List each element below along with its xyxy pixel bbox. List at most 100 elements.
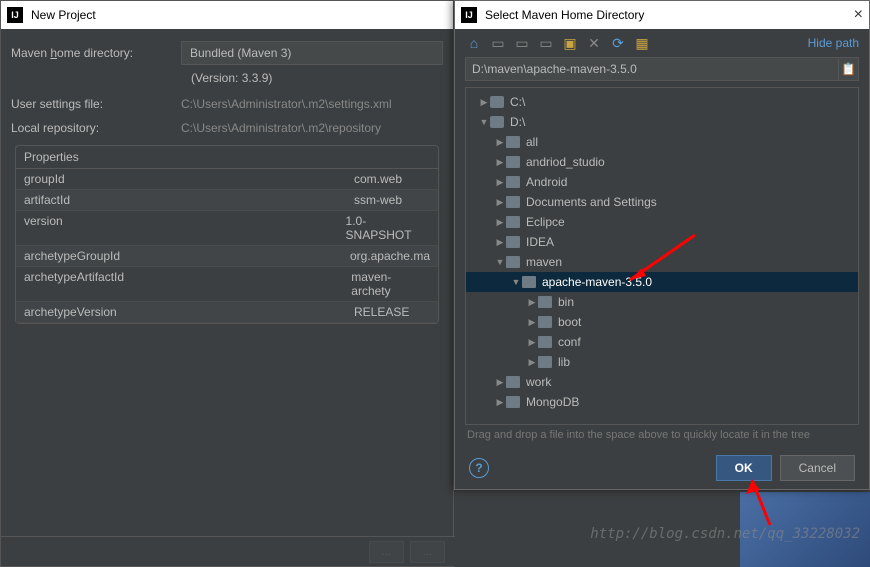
folder-icon (506, 196, 520, 208)
property-value: 1.0-SNAPSHOT (346, 214, 430, 242)
tree-node[interactable]: ▶ MongoDB (466, 392, 858, 412)
folder-icon (506, 256, 520, 268)
tree-node[interactable]: ▶ andriod_studio (466, 152, 858, 172)
previous-button[interactable]: ... (369, 541, 404, 563)
folder-icon (538, 336, 552, 348)
expand-arrow-icon[interactable]: ▼ (510, 277, 522, 287)
ok-button[interactable]: OK (716, 455, 772, 481)
tree-node-label: MongoDB (526, 395, 579, 409)
property-row[interactable]: artifactIdssm-web (16, 190, 438, 211)
folder-icon (522, 276, 536, 288)
expand-arrow-icon[interactable]: ▶ (494, 377, 506, 388)
show-hidden-icon[interactable]: ▦ (633, 35, 651, 51)
dialog-toolbar: ⌂ ▭ ▭ ▭ ▣ ✕ ⟳ ▦ Hide path (455, 29, 869, 57)
folder-icon (490, 116, 504, 128)
watermark-text: http://blog.csdn.net/qq_33228032 (590, 526, 860, 542)
folder-icon (506, 176, 520, 188)
folder-icon (506, 396, 520, 408)
expand-arrow-icon[interactable]: ▶ (494, 197, 506, 208)
property-value: com.web (354, 172, 402, 186)
tree-node-label: bin (558, 295, 574, 309)
folder-icon (506, 216, 520, 228)
tree-node[interactable]: ▶ conf (466, 332, 858, 352)
property-value: org.apache.ma (350, 249, 430, 263)
tree-node[interactable]: ▶Eclipce (466, 212, 858, 232)
tree-node[interactable]: ▶boot (466, 312, 858, 332)
expand-arrow-icon[interactable]: ▶ (526, 357, 538, 368)
module-icon[interactable]: ▭ (537, 35, 555, 51)
tree-node-label: Android (526, 175, 567, 189)
property-value: maven-archety (351, 270, 430, 298)
delete-icon[interactable]: ✕ (585, 35, 603, 51)
dialog-button-row: ? OK Cancel (455, 445, 869, 491)
tree-node[interactable]: ▶ Android (466, 172, 858, 192)
property-row[interactable]: groupIdcom.web (16, 169, 438, 190)
local-repo-row: Local repository: C:\Users\Administrator… (11, 121, 443, 135)
help-icon[interactable]: ? (469, 458, 489, 478)
project-icon[interactable]: ▭ (513, 35, 531, 51)
new-folder-icon[interactable]: ▣ (561, 35, 579, 51)
path-input[interactable] (465, 57, 839, 81)
expand-arrow-icon[interactable]: ▶ (478, 97, 490, 108)
property-row[interactable]: archetypeArtifactIdmaven-archety (16, 267, 438, 302)
folder-icon (538, 296, 552, 308)
property-row[interactable]: version1.0-SNAPSHOT (16, 211, 438, 246)
tree-node[interactable]: ▼ D:\ (466, 112, 858, 132)
property-key: groupId (24, 172, 354, 186)
expand-arrow-icon[interactable]: ▶ (494, 177, 506, 188)
property-value: RELEASE (354, 305, 409, 319)
dialog-title: Select Maven Home Directory (485, 8, 644, 22)
tree-node[interactable]: ▶Documents and Settings (466, 192, 858, 212)
folder-icon (506, 136, 520, 148)
expand-arrow-icon[interactable]: ▼ (494, 257, 506, 267)
tree-node[interactable]: ▶lib (466, 352, 858, 372)
expand-arrow-icon[interactable]: ▶ (494, 397, 506, 408)
folder-icon (538, 356, 552, 368)
new-project-content: Maven home directory: Bundled (Maven 3) … (1, 29, 453, 344)
intellij-icon: IJ (7, 7, 23, 23)
wizard-footer: ... ... (1, 536, 455, 566)
new-project-title-bar: IJ New Project (1, 1, 453, 29)
property-row[interactable]: archetypeVersionRELEASE (16, 302, 438, 323)
next-button[interactable]: ... (410, 541, 445, 563)
tree-node[interactable]: ▶IDEA (466, 232, 858, 252)
tree-node[interactable]: ▼ maven (466, 252, 858, 272)
property-key: version (24, 214, 346, 242)
local-repo-value: C:\Users\Administrator\.m2\repository (181, 121, 443, 135)
user-settings-label: User settings file: (11, 97, 181, 111)
tree-hint: Drag and drop a file into the space abov… (455, 425, 869, 445)
expand-arrow-icon[interactable]: ▶ (494, 137, 506, 148)
expand-arrow-icon[interactable]: ▶ (526, 337, 538, 348)
expand-arrow-icon[interactable]: ▶ (494, 217, 506, 228)
home-icon[interactable]: ⌂ (465, 35, 483, 51)
path-input-row: 📋 (465, 57, 859, 81)
tree-node-label: D:\ (510, 115, 525, 129)
property-key: archetypeVersion (24, 305, 354, 319)
expand-arrow-icon[interactable]: ▶ (494, 237, 506, 248)
hide-path-link[interactable]: Hide path (808, 36, 859, 50)
tree-node-label: maven (526, 255, 562, 269)
expand-arrow-icon[interactable]: ▶ (526, 297, 538, 308)
property-row[interactable]: archetypeGroupIdorg.apache.ma (16, 246, 438, 267)
tree-node-label: andriod_studio (526, 155, 605, 169)
expand-arrow-icon[interactable]: ▼ (478, 117, 490, 127)
tree-node[interactable]: ▶ C:\ (466, 92, 858, 112)
tree-node-label: C:\ (510, 95, 525, 109)
folder-icon (490, 96, 504, 108)
close-icon[interactable]: × (854, 6, 863, 24)
tree-node[interactable]: ▶ all (466, 132, 858, 152)
directory-tree[interactable]: ▶ C:\ ▼ D:\ ▶ all ▶ andriod_studio ▶ Android ▶Docu… (465, 87, 859, 425)
maven-home-dropdown[interactable]: Bundled (Maven 3) (181, 41, 443, 65)
tree-node[interactable]: ▶work (466, 372, 858, 392)
refresh-icon[interactable]: ⟳ (609, 35, 627, 51)
tree-node-label: all (526, 135, 538, 149)
desktop-icon[interactable]: ▭ (489, 35, 507, 51)
history-icon[interactable]: 📋 (839, 57, 859, 81)
cancel-button[interactable]: Cancel (780, 455, 855, 481)
tree-node[interactable]: ▼apache-maven-3.5.0 (466, 272, 858, 292)
expand-arrow-icon[interactable]: ▶ (494, 157, 506, 168)
tree-node-label: conf (558, 335, 581, 349)
dialog-title-bar: IJ Select Maven Home Directory × (455, 1, 869, 29)
tree-node[interactable]: ▶ bin (466, 292, 858, 312)
expand-arrow-icon[interactable]: ▶ (526, 317, 538, 328)
